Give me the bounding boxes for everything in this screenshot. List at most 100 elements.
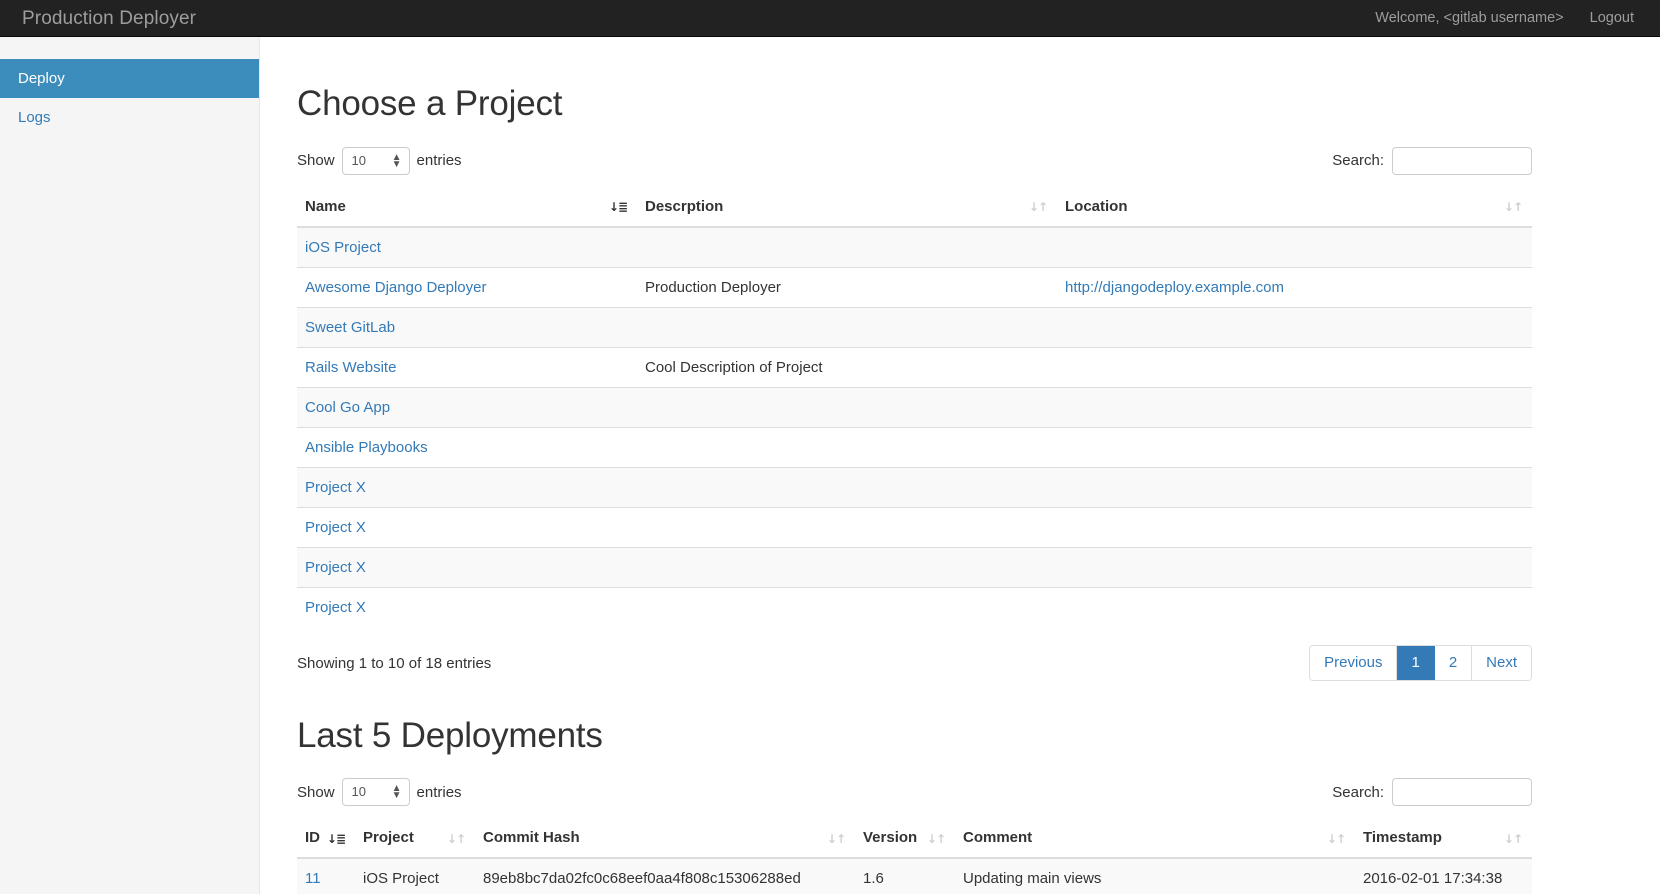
projects-col-description[interactable]: Descrption ↓↑: [637, 188, 1057, 228]
project-location-link[interactable]: http://djangodeploy.example.com: [1065, 279, 1284, 296]
projects-table-controls: Show 10 25 50 100 ▲▼ entries Search:: [297, 146, 1532, 176]
project-description-cell: [637, 386, 1057, 427]
deployments-search-label: Search:: [1332, 783, 1384, 801]
projects-showing-info: Showing 1 to 10 of 18 entries: [297, 654, 492, 672]
projects-length-control: Show 10 25 50 100 ▲▼ entries: [297, 146, 462, 175]
sort-desc-icon[interactable]: ↓≣: [327, 833, 346, 845]
main-content: Choose a Project Show 10 25 50 100 ▲▼ en…: [260, 37, 1660, 894]
deployments-col-commit-hash-label: Commit Hash: [483, 829, 580, 846]
project-name-link[interactable]: Awesome Django Deployer: [305, 279, 487, 296]
deployments-table-head: ID ↓≣ Project ↓↑ Commit Hash ↓↑ Version …: [297, 820, 1532, 859]
table-row: Awesome Django Deployer Production Deploy…: [297, 266, 1532, 307]
project-name-cell: Cool Go App: [297, 386, 637, 427]
deployments-entries-label: entries: [416, 783, 462, 801]
project-name-link[interactable]: Project X: [305, 519, 366, 536]
project-name-cell: Project X: [297, 586, 637, 627]
pagination-next-button[interactable]: Next: [1472, 646, 1531, 680]
projects-entries-label: entries: [416, 152, 462, 169]
projects-table-body: iOS Project Awesome Django Deployer Produc…: [297, 226, 1532, 627]
table-row: Cool Go App: [297, 386, 1532, 427]
deployments-search-input[interactable]: [1392, 778, 1532, 806]
projects-show-label: Show: [297, 152, 335, 169]
projects-pagination: Previous 1 2 Next: [1309, 645, 1532, 681]
deployment-comment-cell: Updating main views: [955, 857, 1355, 894]
project-name-link[interactable]: Project X: [305, 479, 366, 496]
top-navbar: Production Deployer Welcome, <gitlab use…: [0, 0, 1660, 37]
projects-col-name-label: Name: [305, 197, 346, 215]
project-description-cell: Cool Description of Project: [637, 346, 1057, 387]
deployment-commit-hash-cell: 89eb8bc7da02fc0c68eef0aa4f808c15306288ed: [475, 857, 855, 894]
project-location-cell: http://djangodeploy.example.com: [1057, 266, 1532, 307]
project-name-link[interactable]: Rails Website: [305, 359, 396, 376]
deployments-table-body: 11 iOS Project 89eb8bc7da02fc0c68eef0aa4f8…: [297, 857, 1532, 894]
table-row: iOS Project: [297, 226, 1532, 267]
projects-col-name[interactable]: Name ↓≣: [297, 188, 637, 228]
sort-none-icon[interactable]: ↓↑: [927, 833, 946, 845]
projects-col-location[interactable]: Location ↓↑: [1057, 188, 1532, 228]
sidebar-item-logs[interactable]: Logs: [0, 98, 259, 137]
projects-table: Name ↓≣ Descrption ↓↑ Location ↓↑ iOS Pr…: [297, 188, 1532, 627]
pagination-previous-button[interactable]: Previous: [1310, 646, 1398, 680]
sort-none-icon[interactable]: ↓↑: [1029, 201, 1048, 213]
project-name-link[interactable]: Project X: [305, 599, 366, 616]
project-name-cell: Project X: [297, 546, 637, 587]
deployment-project-cell: iOS Project: [355, 857, 475, 894]
project-name-cell: Awesome Django Deployer: [297, 266, 637, 307]
sidebar-item-deploy[interactable]: Deploy: [0, 59, 259, 98]
deployment-id-cell: 11: [297, 857, 355, 894]
project-name-cell: iOS Project: [297, 226, 637, 267]
project-location-cell: [1057, 346, 1532, 387]
table-row: Project X: [297, 506, 1532, 547]
projects-search-input[interactable]: [1392, 146, 1532, 175]
table-row: 11 iOS Project 89eb8bc7da02fc0c68eef0aa4f8…: [297, 857, 1532, 894]
app-brand-title[interactable]: Production Deployer: [16, 9, 196, 28]
deployments-header-row: ID ↓≣ Project ↓↑ Commit Hash ↓↑ Version …: [297, 820, 1532, 859]
sort-asc-icon[interactable]: ↓≣: [609, 201, 628, 213]
project-name-link[interactable]: Ansible Playbooks: [305, 439, 428, 456]
deployments-col-id[interactable]: ID ↓≣: [297, 820, 355, 859]
deployments-table-controls: Show 10 25 50 100 ▲▼ entries Search:: [297, 777, 1532, 807]
project-name-link[interactable]: Cool Go App: [305, 399, 390, 416]
sort-none-icon[interactable]: ↓↑: [827, 833, 846, 845]
pagination-page-1-button[interactable]: 1: [1397, 646, 1435, 680]
projects-length-select-wrap: 10 25 50 100 ▲▼: [341, 146, 410, 175]
sort-none-icon[interactable]: ↓↑: [1327, 833, 1346, 845]
sort-none-icon[interactable]: ↓↑: [447, 833, 466, 845]
project-description-cell: [637, 226, 1057, 267]
deployments-col-timestamp[interactable]: Timestamp ↓↑: [1355, 820, 1532, 859]
deployments-col-version[interactable]: Version ↓↑: [855, 820, 955, 859]
sort-none-icon[interactable]: ↓↑: [1504, 201, 1523, 213]
deployments-col-comment-label: Comment: [963, 829, 1033, 846]
projects-length-select[interactable]: 10 25 50 100: [341, 146, 410, 175]
projects-col-location-label: Location: [1065, 197, 1128, 215]
deployment-id-link[interactable]: 11: [305, 870, 321, 887]
project-location-cell: [1057, 386, 1532, 427]
navbar-right-group: Welcome, <gitlab username> Logout: [1375, 10, 1642, 26]
projects-header-row: Name ↓≣ Descrption ↓↑ Location ↓↑: [297, 188, 1532, 228]
sort-none-icon[interactable]: ↓↑: [1504, 833, 1523, 845]
deployments-length-select-wrap: 10 25 50 100 ▲▼: [341, 778, 410, 806]
project-name-link[interactable]: Project X: [305, 559, 366, 576]
project-name-cell: Sweet GitLab: [297, 306, 637, 347]
deployment-timestamp-cell: 2016-02-01 17:34:38: [1355, 857, 1532, 894]
table-row: Project X: [297, 466, 1532, 507]
welcome-user-label: Welcome, <gitlab username>: [1375, 10, 1564, 26]
project-name-link[interactable]: Sweet GitLab: [305, 319, 395, 336]
project-location-cell: [1057, 546, 1532, 587]
deployments-length-select[interactable]: 10 25 50 100: [341, 778, 410, 806]
project-name-link[interactable]: iOS Project: [305, 239, 381, 256]
projects-table-head: Name ↓≣ Descrption ↓↑ Location ↓↑: [297, 188, 1532, 228]
deployments-col-version-label: Version: [863, 829, 918, 846]
project-description-cell: [637, 586, 1057, 627]
sidebar: Deploy Logs: [0, 37, 260, 894]
pagination-page-2-button[interactable]: 2: [1434, 646, 1473, 680]
project-location-cell: [1057, 506, 1532, 547]
project-name-cell: Rails Website: [297, 346, 637, 387]
deployments-col-comment[interactable]: Comment ↓↑: [955, 820, 1355, 859]
projects-filter-control: Search:: [1332, 146, 1532, 175]
projects-table-footer: Showing 1 to 10 of 18 entries Previous 1…: [297, 627, 1532, 683]
deployments-col-commit-hash[interactable]: Commit Hash ↓↑: [475, 820, 855, 859]
deployments-page-title: Last 5 Deployments: [297, 715, 603, 755]
logout-link[interactable]: Logout: [1590, 10, 1634, 26]
deployments-col-project[interactable]: Project ↓↑: [355, 820, 475, 859]
